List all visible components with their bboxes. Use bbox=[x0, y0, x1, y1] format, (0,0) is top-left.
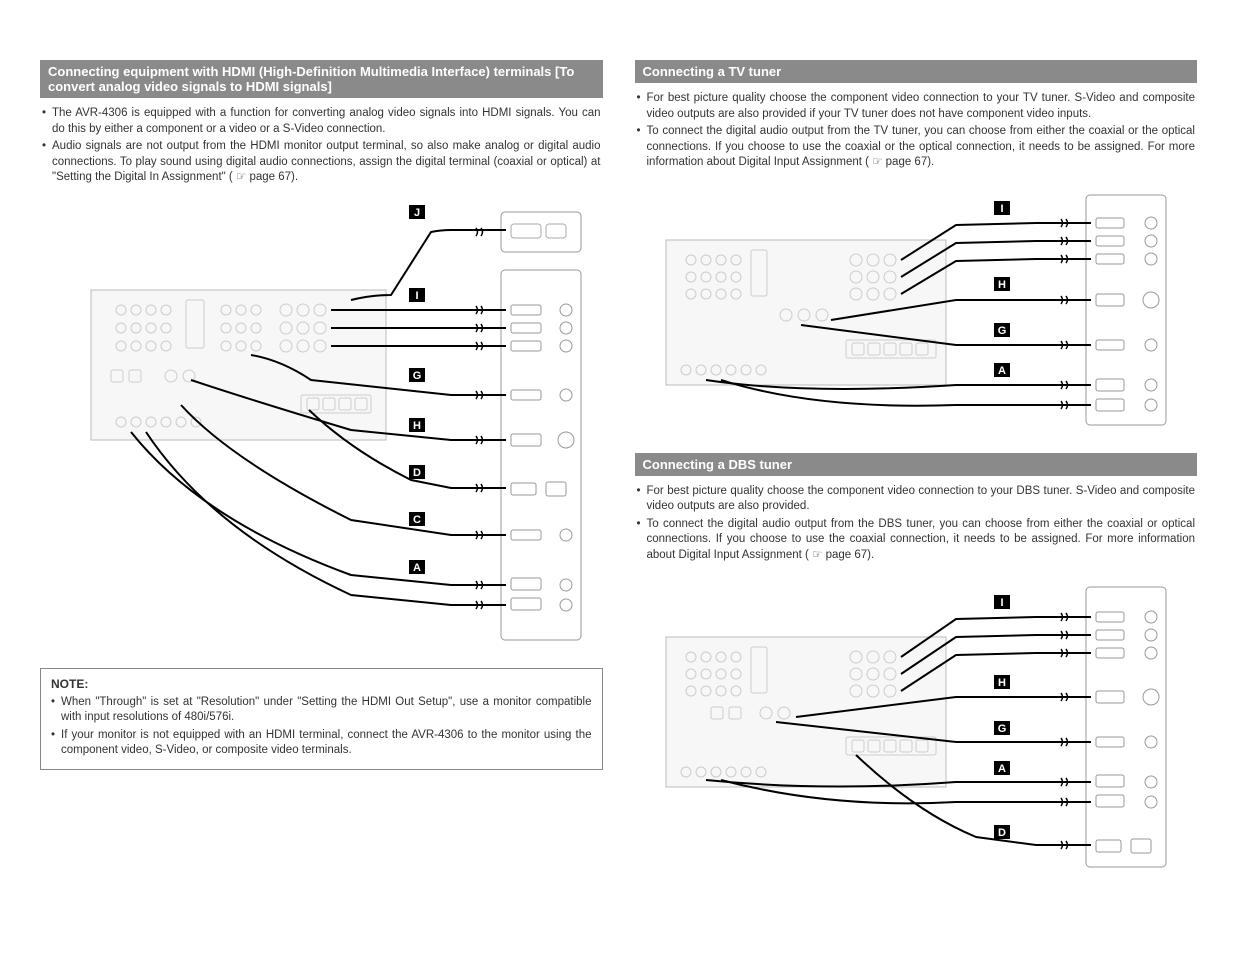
hdmi-bullet-1: The AVR-4306 is equipped with a function… bbox=[42, 106, 601, 137]
tv-wiring-svg: I H G A bbox=[656, 185, 1176, 435]
hdmi-section-header: Connecting equipment with HDMI (High-Def… bbox=[40, 60, 603, 98]
dbs-label-G: G bbox=[997, 723, 1006, 735]
dbs-tuner-diagram: I H G A D bbox=[635, 577, 1198, 877]
diagram-label-H: H bbox=[413, 420, 421, 432]
diagram-label-G: G bbox=[413, 370, 422, 382]
right-column: Connecting a TV tuner For best picture q… bbox=[635, 60, 1198, 895]
tv-label-H: H bbox=[998, 279, 1006, 291]
tv-label-A: A bbox=[998, 365, 1006, 377]
hdmi-wiring-svg: J I G H D C A bbox=[51, 200, 591, 650]
tv-bullet-2: To connect the digital audio output from… bbox=[637, 124, 1196, 171]
note-box: NOTE: When "Through" is set at "Resoluti… bbox=[40, 668, 603, 770]
tv-label-G: G bbox=[997, 325, 1006, 337]
dbs-tuner-header: Connecting a DBS tuner bbox=[635, 453, 1198, 476]
left-column: Connecting equipment with HDMI (High-Def… bbox=[40, 60, 603, 895]
hdmi-diagram: J I G H D C A bbox=[40, 200, 603, 650]
dbs-wiring-svg: I H G A D bbox=[656, 577, 1176, 877]
two-column-layout: Connecting equipment with HDMI (High-Def… bbox=[40, 60, 1197, 895]
dbs-label-I: I bbox=[1000, 597, 1003, 609]
tv-label-I: I bbox=[1000, 203, 1003, 215]
tv-tuner-bullets: For best picture quality choose the comp… bbox=[635, 91, 1198, 171]
diagram-label-D: D bbox=[413, 467, 421, 479]
note-list: When "Through" is set at "Resolution" un… bbox=[51, 695, 592, 759]
tv-bullet-1: For best picture quality choose the comp… bbox=[637, 91, 1196, 122]
dbs-label-H: H bbox=[998, 677, 1006, 689]
hdmi-bullet-list: The AVR-4306 is equipped with a function… bbox=[40, 106, 603, 186]
diagram-label-C: C bbox=[413, 514, 421, 526]
diagram-label-J: J bbox=[414, 207, 420, 219]
diagram-label-I: I bbox=[416, 290, 419, 302]
hdmi-bullet-2: Audio signals are not output from the HD… bbox=[42, 139, 601, 186]
dbs-bullet-2: To connect the digital audio output from… bbox=[637, 517, 1196, 564]
dbs-label-D: D bbox=[998, 827, 1006, 839]
note-item-1: When "Through" is set at "Resolution" un… bbox=[51, 695, 592, 726]
diagram-label-A: A bbox=[413, 562, 421, 574]
dbs-label-A: A bbox=[998, 763, 1006, 775]
tv-tuner-diagram: I H G A bbox=[635, 185, 1198, 435]
note-item-2: If your monitor is not equipped with an … bbox=[51, 728, 592, 759]
dbs-tuner-bullets: For best picture quality choose the comp… bbox=[635, 484, 1198, 564]
tv-tuner-header: Connecting a TV tuner bbox=[635, 60, 1198, 83]
dbs-bullet-1: For best picture quality choose the comp… bbox=[637, 484, 1196, 515]
note-title: NOTE: bbox=[51, 677, 592, 691]
